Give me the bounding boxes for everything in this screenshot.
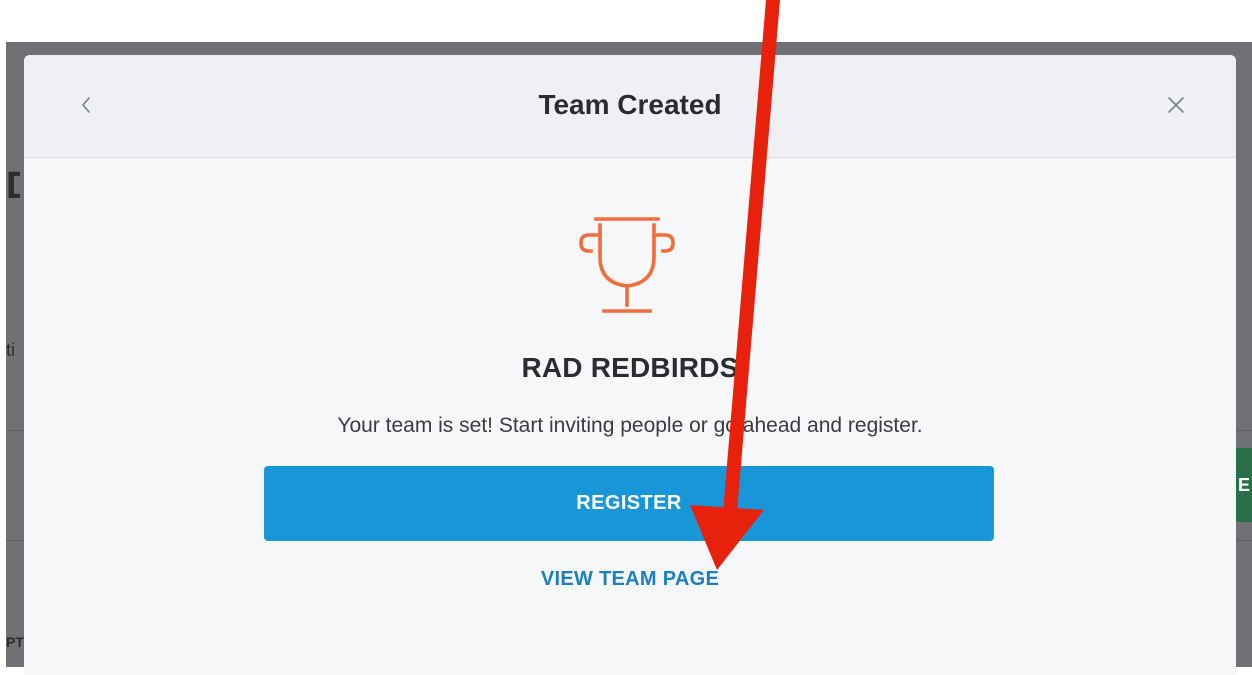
background-heading-fragment: D <box>6 165 20 207</box>
background-divider <box>1236 540 1252 541</box>
background-divider <box>6 430 24 431</box>
register-button[interactable]: REGISTER <box>264 466 994 541</box>
background-button-fragment: E <box>1236 448 1252 522</box>
background-text-fragment: ti <box>6 340 15 360</box>
close-button[interactable] <box>1156 85 1196 125</box>
background-label-fragment: PT <box>6 634 24 650</box>
team-created-message: Your team is set! Start inviting people … <box>337 414 923 437</box>
background-divider <box>1236 430 1252 431</box>
view-team-page-link[interactable]: VIEW TEAM PAGE <box>24 564 1236 594</box>
modal-header: Team Created <box>24 55 1236 158</box>
close-icon <box>1168 97 1184 113</box>
modal-title: Team Created <box>538 89 722 120</box>
trophy-icon <box>579 217 675 313</box>
background-divider <box>6 540 24 541</box>
team-name: RAD REDBIRDS <box>521 352 739 383</box>
team-created-modal: Team Created RAD REDBIRDS Your team is s… <box>24 55 1236 675</box>
